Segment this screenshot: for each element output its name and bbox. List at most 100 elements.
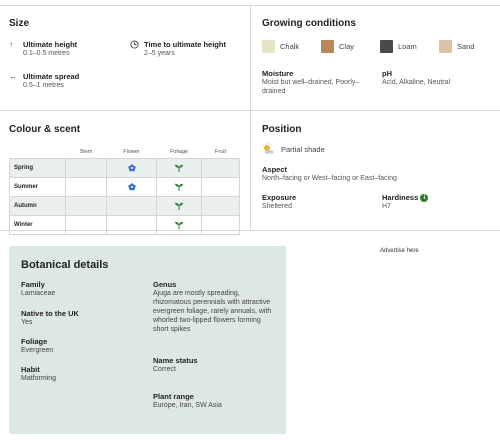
foliage: Foliage Evergreen (21, 337, 53, 355)
fruit-cell (201, 176, 240, 197)
chalk-swatch (262, 40, 275, 53)
family: Family Lamiaceae (21, 280, 55, 298)
native-label: Native to the UK (21, 309, 79, 318)
ultimate-height-label: Ultimate height (23, 40, 78, 49)
height-arrow-icon: ↑ (9, 40, 13, 49)
spread-label: Ultimate spread (23, 72, 80, 81)
aspect-label: Aspect (262, 165, 288, 174)
flower-cell (106, 195, 157, 216)
column-header-flower: Flower (123, 148, 140, 155)
ultimate-height-value: 0.1–0.5 metres (23, 50, 70, 57)
habit: Habit Matforming (21, 365, 56, 383)
exposure-label: Exposure (262, 193, 297, 202)
native-value: Yes (21, 319, 33, 326)
clock-icon (130, 40, 140, 58)
fruit-cell (201, 195, 240, 216)
ph-value: Acid, Alkaline, Neutral (382, 79, 451, 86)
soil-chalk: Chalk (262, 40, 299, 53)
table-row: Winter (9, 214, 240, 235)
soil-name: Loam (398, 42, 417, 51)
stem-cell (65, 214, 107, 235)
habit-value: Matforming (21, 375, 57, 382)
botanical-details-panel: Botanical details Family Lamiaceae Nativ… (9, 246, 286, 434)
season-cell: Winter (9, 214, 66, 235)
column-header-stem: Stem (79, 148, 93, 155)
flower-cell (106, 214, 157, 235)
time-label: Time to ultimate height (144, 40, 226, 49)
family-value: Lamiaceae (21, 290, 56, 297)
partial-shade-icon (262, 143, 274, 154)
table-row: Spring (9, 157, 240, 178)
stem-cell (65, 176, 107, 197)
foliage-cell (156, 176, 202, 197)
leaf-icon (175, 221, 183, 229)
stem-cell (65, 157, 107, 178)
soil-name: Clay (339, 42, 355, 51)
exposure: Exposure Sheltered (262, 193, 296, 211)
genus: Genus Ajuga are mostly spreading, rhizom… (153, 280, 277, 334)
size-title: Size (9, 18, 30, 29)
flower-cell (106, 176, 157, 197)
plant-range: Plant range Europe, Iran, SW Asia (153, 392, 222, 410)
moisture: Moisture Moist but well–drained, Poorly–… (262, 69, 372, 96)
range-value: Europe, Iran, SW Asia (153, 402, 222, 409)
flower-cell (106, 157, 157, 178)
grid-divider-top (0, 5, 500, 6)
foliage-cell (156, 195, 202, 216)
ph-label: pH (382, 69, 392, 78)
habit-label: Habit (21, 365, 40, 374)
aspect-value: North–facing or West–facing or East–faci… (262, 175, 397, 182)
family-label: Family (21, 280, 45, 289)
soil-sand: Sand (439, 40, 475, 53)
hardiness-value: H7 (382, 203, 391, 211)
grid-divider-vertical (250, 5, 251, 230)
foliage-label: Foliage (21, 337, 48, 346)
genus-value: Ajuga are mostly spreading, rhizomatous … (153, 290, 272, 333)
soil-name: Sand (457, 42, 475, 51)
clay-swatch (321, 40, 334, 53)
leaf-icon (175, 183, 183, 191)
soil-name: Chalk (280, 42, 300, 51)
sun-exposure: Partial shade (262, 143, 325, 155)
sand-swatch (439, 40, 452, 53)
hardiness-label: Hardiness (382, 193, 419, 202)
ultimate-height: ↑ Ultimate height 0.1–0.5 metres (9, 40, 77, 58)
season-cell: Summer (9, 176, 66, 197)
flower-icon (127, 182, 136, 190)
fruit-cell (201, 214, 240, 235)
leaf-icon (175, 164, 183, 172)
fruit-cell (201, 157, 240, 178)
name-status-label: Name status (153, 356, 198, 365)
time-to-height: Time to ultimate height 2–5 years (130, 40, 226, 58)
botanical-title: Botanical details (21, 259, 109, 271)
soil-loam: Loam (380, 40, 417, 53)
time-value: 2–5 years (144, 50, 175, 57)
leaf-icon (175, 202, 183, 210)
position-title: Position (262, 124, 302, 135)
season-cell: Autumn (9, 195, 66, 216)
aspect: Aspect North–facing or West–facing or Ea… (262, 165, 397, 183)
exposure-value: Sheltered (262, 203, 292, 210)
column-header-fruit: Fruit (215, 148, 226, 155)
foliage-cell (156, 157, 202, 178)
range-label: Plant range (153, 392, 194, 401)
soil-clay: Clay (321, 40, 354, 53)
column-header-foliage: Foliage (169, 148, 189, 155)
advertise-link[interactable]: Advertise here (380, 248, 419, 254)
foliage-cell (156, 214, 202, 235)
ultimate-spread: ↔ Ultimate spread 0.5–1 metres (9, 72, 79, 90)
genus-label: Genus (153, 280, 177, 289)
moisture-label: Moisture (262, 69, 294, 78)
spread-arrow-icon: ↔ (9, 72, 17, 81)
foliage-value: Evergreen (21, 347, 54, 354)
table-row: Autumn (9, 195, 240, 216)
colour-scent-table: Stem Flower Foliage Fruit Spring Summer … (9, 146, 240, 235)
grid-divider-middle (0, 110, 500, 111)
stem-cell (65, 195, 107, 216)
season-cell: Spring (9, 157, 66, 178)
moisture-value: Moist but well–drained, Poorly–drained (262, 79, 360, 95)
info-icon[interactable]: i (420, 194, 429, 203)
sun-value: Partial shade (281, 144, 325, 154)
name-status: Name status Correct (153, 356, 198, 374)
colour-title: Colour & scent (9, 124, 81, 135)
